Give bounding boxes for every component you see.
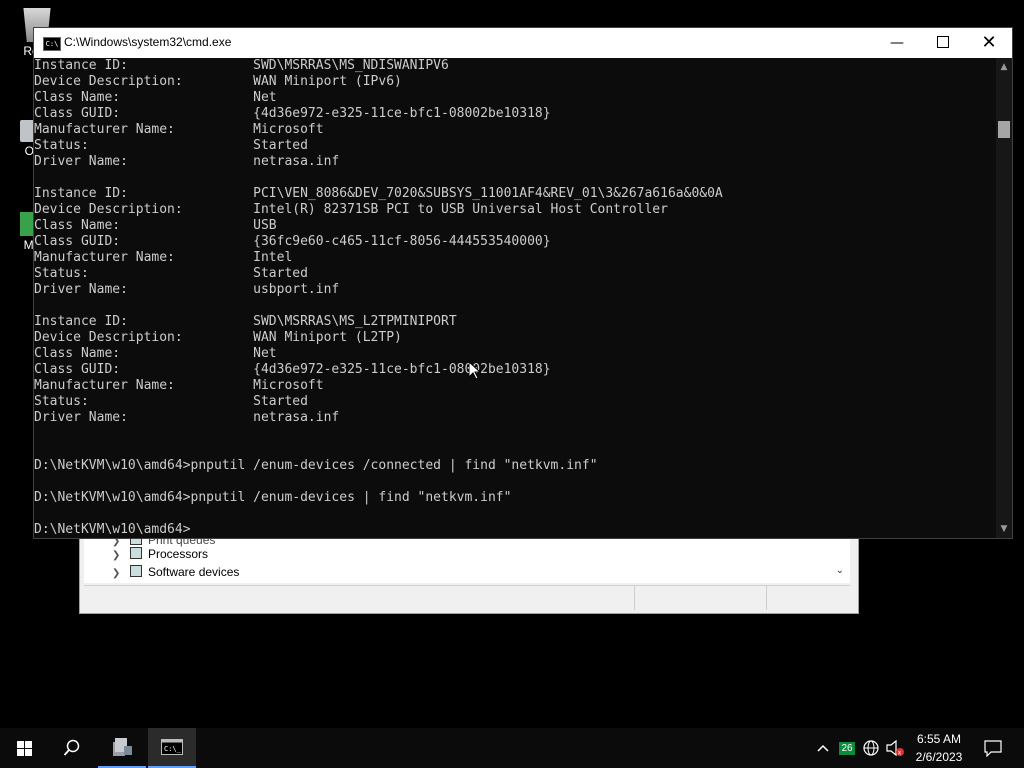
- console-line: Driver Name: usbport.inf: [34, 282, 340, 297]
- action-center-button[interactable]: [978, 728, 1008, 768]
- maximize-icon: [937, 36, 949, 48]
- mouse-pointer-icon: [469, 362, 481, 380]
- console-line: Instance ID: PCI\VEN_8086&DEV_7020&SUBSY…: [34, 186, 723, 201]
- console-line: Status: Started: [34, 394, 308, 409]
- taskbar-cmd[interactable]: C:\_: [148, 728, 196, 768]
- notification-icon: [984, 740, 1002, 757]
- console-line: Device Description: WAN Miniport (L2TP): [34, 330, 402, 345]
- status-bar-divider: [634, 586, 635, 610]
- console-line: Manufacturer Name: Microsoft: [34, 122, 324, 137]
- clock[interactable]: 6:55 AM 2/6/2023: [906, 730, 972, 766]
- console-line: Device Description: Intel(R) 82371SB PCI…: [34, 202, 668, 217]
- console-line: Class Name: Net: [34, 90, 277, 105]
- clock-time: 6:55 AM: [916, 732, 962, 746]
- console-line: Manufacturer Name: Intel: [34, 250, 293, 265]
- taskbar: C:\_ 26 x 6:55 AM 2/6/2023: [0, 728, 1024, 768]
- scroll-up-icon[interactable]: ▲: [996, 60, 1012, 74]
- show-hidden-icons-button[interactable]: [812, 728, 834, 768]
- console-line: Status: Started: [34, 266, 308, 281]
- svg-text:x: x: [898, 750, 902, 757]
- console-line: Class GUID: {4d36e972-e325-11ce-bfc1-080…: [34, 362, 551, 377]
- chevron-up-icon: [817, 744, 829, 752]
- console-output[interactable]: Instance ID: SWD\MSRRAS\MS_NDISWANIPV6 De…: [34, 58, 996, 538]
- window-title: C:\Windows\system32\cmd.exe: [64, 35, 232, 49]
- console-line: Driver Name: netrasa.inf: [34, 410, 340, 425]
- console-line: Instance ID: SWD\MSRRAS\MS_L2TPMINIPORT: [34, 314, 457, 329]
- scroll-down-icon[interactable]: ⌄: [836, 565, 844, 576]
- chevron-right-icon[interactable]: ❯: [112, 565, 122, 583]
- cmd-app-icon: C:\: [43, 37, 61, 51]
- console-line: Class GUID: {4d36e972-e325-11ce-bfc1-080…: [34, 106, 551, 121]
- taskbar-server-manager[interactable]: [98, 728, 146, 768]
- console-line: Driver Name: netrasa.inf: [34, 154, 340, 169]
- clock-date: 2/6/2023: [915, 750, 963, 764]
- tree-item-label: Software devices: [148, 565, 240, 579]
- maximize-button[interactable]: [920, 28, 966, 58]
- status-bar: [84, 585, 850, 610]
- processor-icon: [130, 547, 142, 559]
- start-button[interactable]: [0, 728, 48, 768]
- server-manager-icon: [113, 738, 132, 756]
- console-line: Class Name: Net: [34, 346, 277, 361]
- scroll-down-icon[interactable]: ▼: [996, 522, 1012, 536]
- svg-text:C:\_: C:\_: [164, 745, 182, 753]
- console-line: Class Name: USB: [34, 218, 277, 233]
- console-line: Class GUID: {36fc9e60-c465-11cf-8056-444…: [34, 234, 551, 249]
- cmd-icon: C:\_: [161, 739, 183, 755]
- tree-item-processors[interactable]: ❯ Processors: [112, 545, 208, 563]
- minimize-button[interactable]: —: [874, 28, 920, 58]
- console-line: D:\NetKVM\w10\amd64>pnputil /enum-device…: [34, 490, 512, 505]
- status-bar-divider: [766, 586, 767, 610]
- console-line: Status: Started: [34, 138, 308, 153]
- cmd-window[interactable]: C:\ C:\Windows\system32\cmd.exe — ✕ Inst…: [33, 27, 1013, 539]
- badge-count: 26: [839, 741, 855, 755]
- title-bar[interactable]: C:\ C:\Windows\system32\cmd.exe — ✕: [34, 28, 1012, 58]
- scrollbar-thumb[interactable]: [998, 121, 1010, 138]
- console-line: Device Description: WAN Miniport (IPv6): [34, 74, 402, 89]
- volume-muted-icon: x: [886, 739, 904, 757]
- search-button[interactable]: [48, 728, 96, 768]
- close-button[interactable]: ✕: [966, 28, 1012, 58]
- network-button[interactable]: [860, 728, 882, 768]
- console-line: D:\NetKVM\w10\amd64>pnputil /enum-device…: [34, 458, 598, 473]
- software-device-icon: [130, 565, 142, 577]
- vertical-scrollbar[interactable]: ▲ ▼: [996, 58, 1012, 538]
- console-line: D:\NetKVM\w10\amd64>: [34, 522, 191, 537]
- search-icon: [63, 739, 80, 756]
- tree-item-label: Processors: [148, 547, 209, 561]
- tray-badge[interactable]: 26: [838, 728, 856, 768]
- windows-logo-icon: [16, 740, 32, 756]
- console-line: Instance ID: SWD\MSRRAS\MS_NDISWANIPV6: [34, 58, 449, 73]
- network-globe-icon: [863, 740, 879, 756]
- console-line: Manufacturer Name: Microsoft: [34, 378, 324, 393]
- tree-item-software-devices[interactable]: ❯ Software devices: [112, 563, 239, 581]
- volume-button[interactable]: x: [884, 728, 906, 768]
